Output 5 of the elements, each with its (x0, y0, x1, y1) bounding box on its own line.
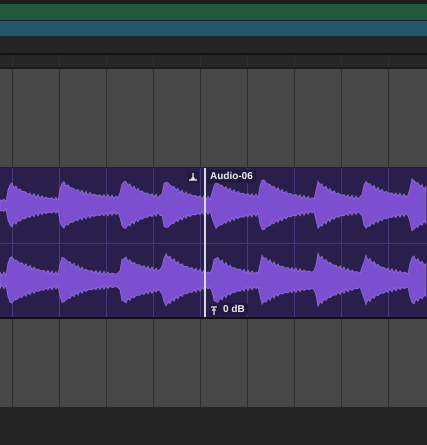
gain-handle-icon[interactable] (209, 304, 219, 316)
fade-handle-icon[interactable] (187, 171, 199, 183)
clip-gain: 0 dB (220, 303, 248, 316)
clip-name: Audio-06 (207, 170, 256, 183)
audio-clip[interactable]: Audio-06 0 dB (0, 168, 427, 317)
